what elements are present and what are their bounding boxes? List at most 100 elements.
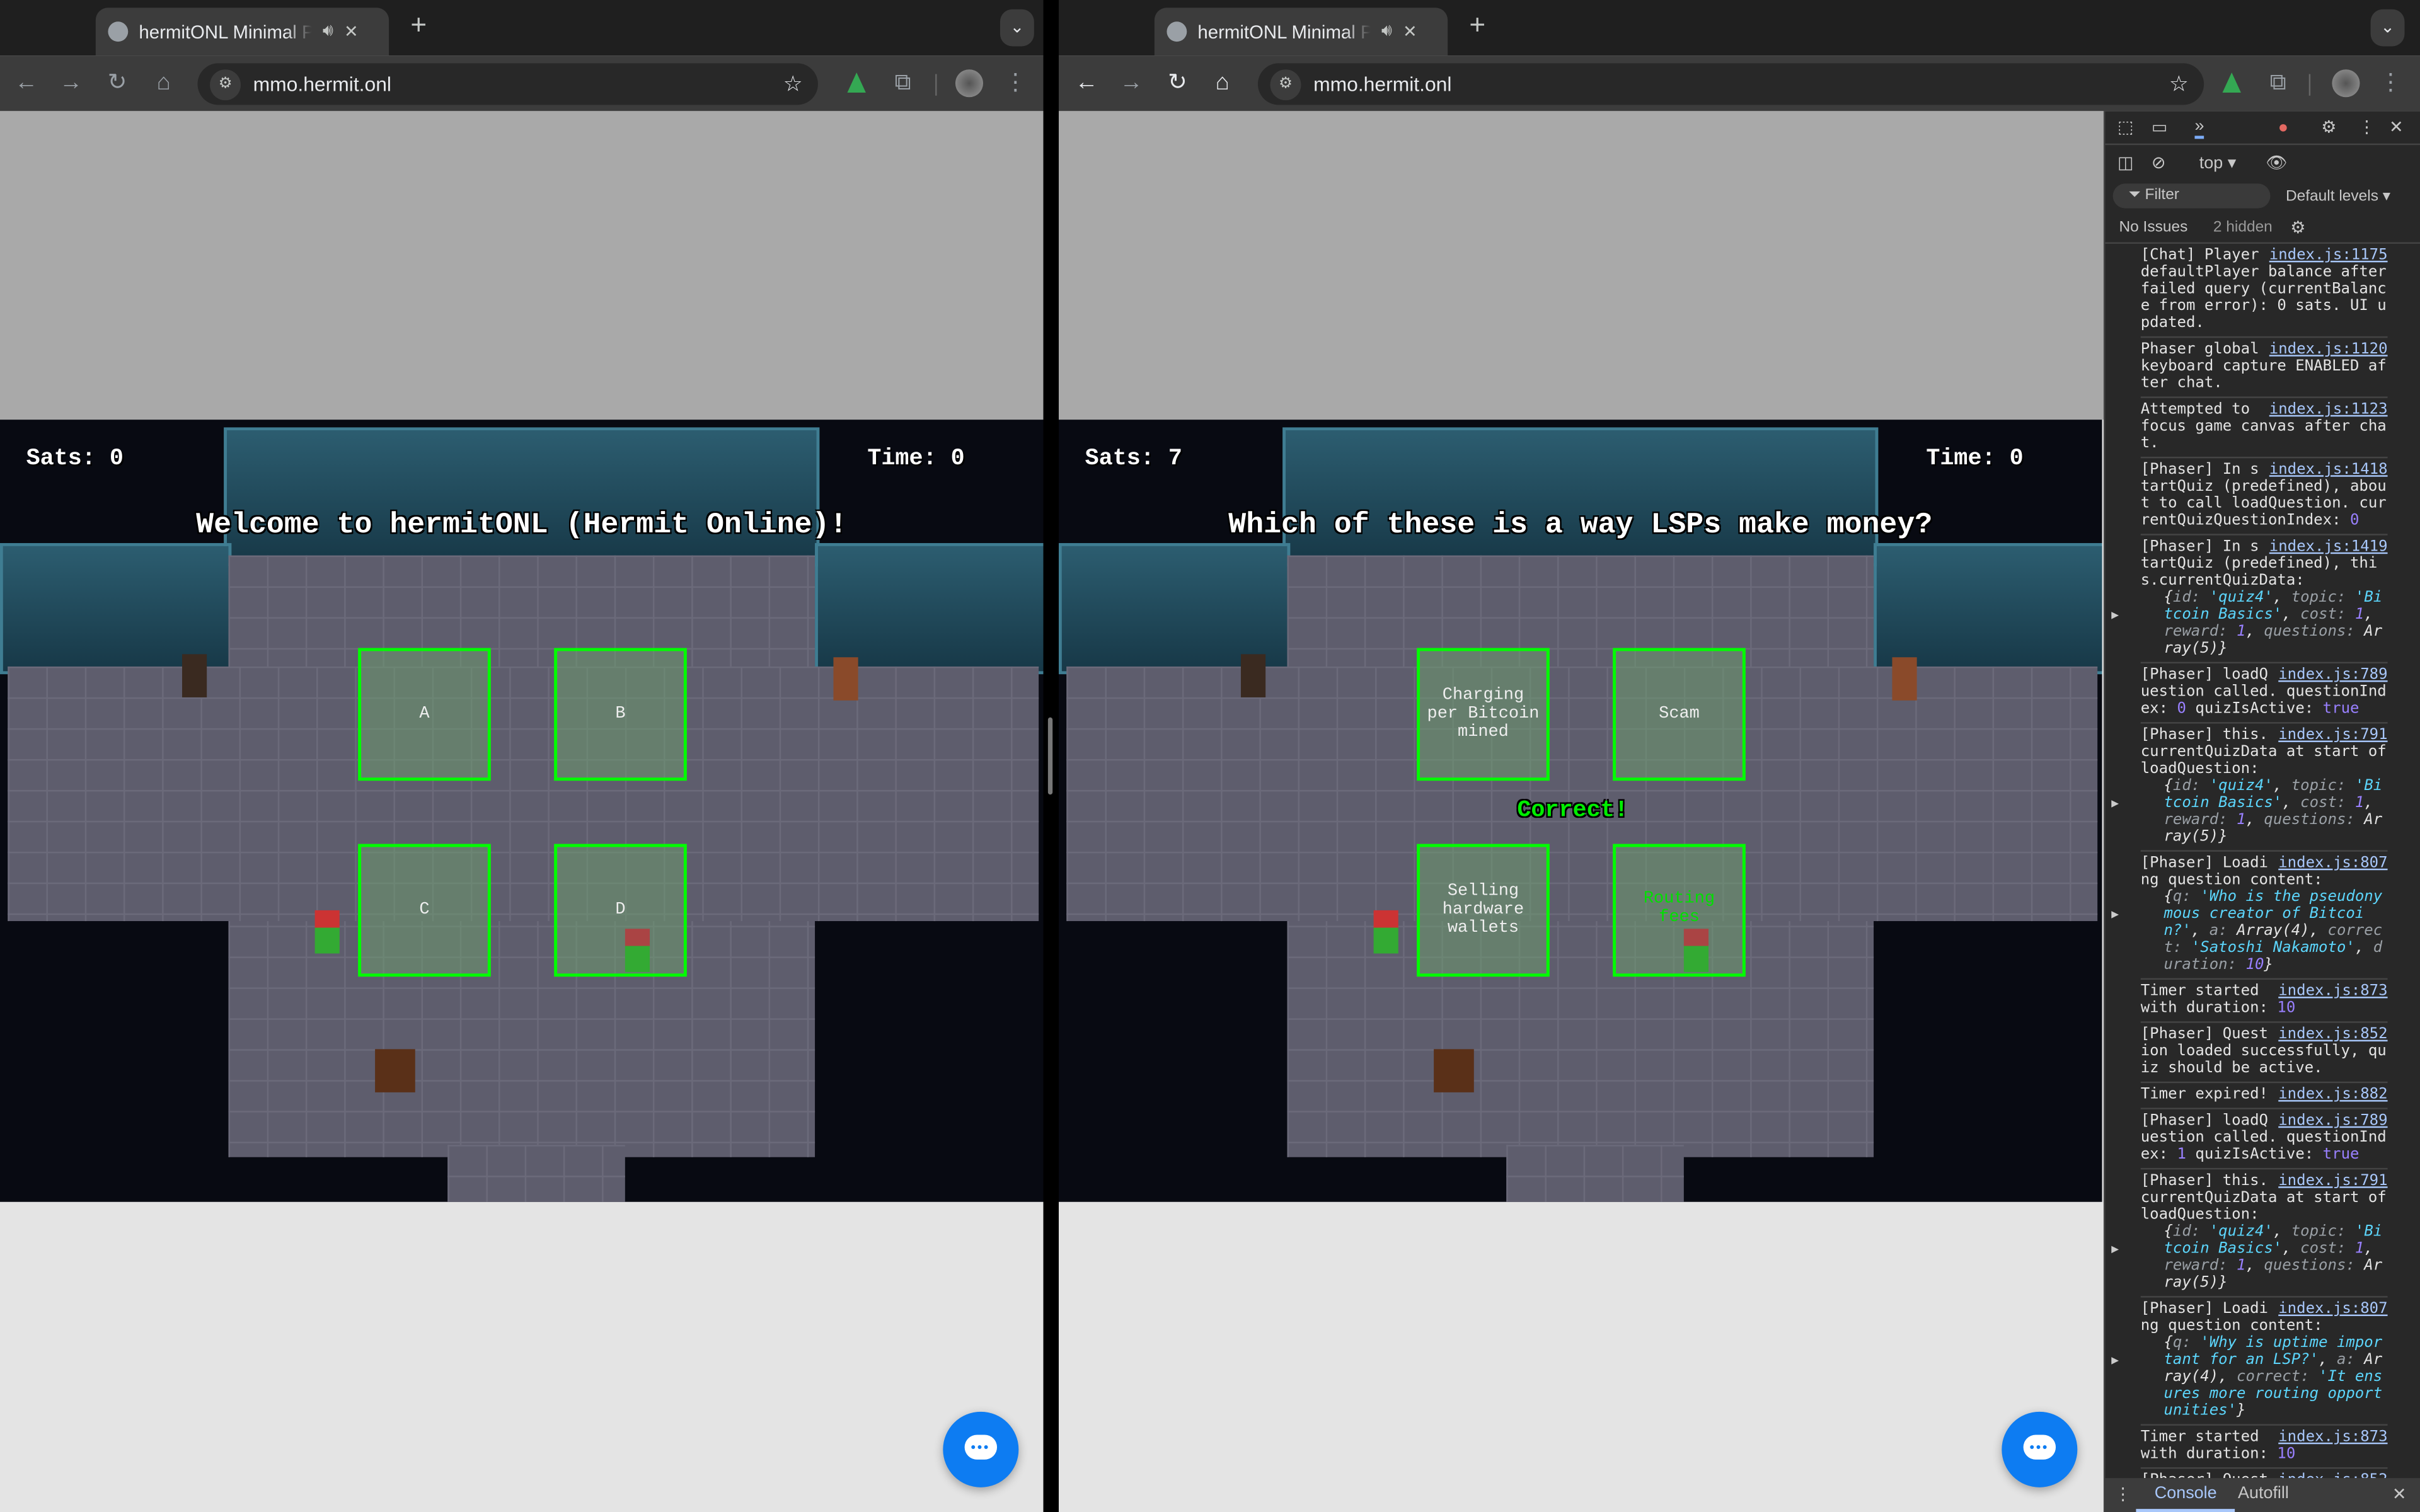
drive-icon[interactable] — [847, 72, 865, 93]
menu-icon[interactable]: ⋮ — [2375, 68, 2406, 99]
object-preview[interactable]: ▶{id: 'quiz4', topic: 'Bitcoin Basics', … — [2141, 777, 2388, 845]
object-token: , — [2273, 777, 2291, 794]
filter-input[interactable]: ⏷ Filter — [2113, 183, 2271, 208]
sidebar-toggle-icon[interactable]: ◫ — [2118, 152, 2133, 172]
reload-icon[interactable]: ↻ — [1162, 68, 1193, 99]
source-link[interactable]: index.js:852 — [2278, 1026, 2387, 1043]
object-preview[interactable]: ▶{q: 'Why is uptime important for an LSP… — [2141, 1334, 2388, 1419]
new-tab-button[interactable]: + — [410, 9, 427, 42]
drive-icon[interactable] — [2223, 72, 2241, 93]
issues-label[interactable]: No Issues — [2119, 219, 2187, 236]
tab-search-button[interactable]: ⌄ — [2371, 9, 2405, 47]
source-link[interactable]: index.js:1175 — [2269, 247, 2388, 264]
source-link[interactable]: index.js:852 — [2278, 1472, 2387, 1478]
home-icon[interactable]: ⌂ — [148, 68, 179, 99]
close-drawer-icon[interactable]: ✕ — [2392, 1484, 2407, 1504]
clear-console-icon[interactable]: ⊘ — [2152, 152, 2166, 172]
levels-label: Default levels — [2286, 188, 2378, 205]
console-log[interactable]: index.js:1175[Chat] Player defaultPlayer… — [2105, 244, 2420, 1478]
expand-triangle-icon[interactable]: ▶ — [2111, 1351, 2119, 1368]
tune-icon[interactable]: ⚙ — [210, 69, 241, 100]
address-bar[interactable]: ⚙ mmo.hermit.onl ☆ — [197, 63, 817, 105]
address-bar[interactable]: ⚙ mmo.hermit.onl ☆ — [1258, 63, 2204, 105]
forward-icon[interactable]: → — [1116, 68, 1147, 99]
source-link[interactable]: index.js:807 — [2278, 855, 2387, 872]
object-preview[interactable]: ▶{id: 'quiz4', topic: 'Bitcoin Basics', … — [2141, 1223, 2388, 1292]
home-icon[interactable]: ⌂ — [1207, 68, 1238, 99]
divider-handle[interactable] — [1048, 718, 1052, 794]
close-tab-icon[interactable]: ✕ — [344, 21, 359, 42]
audio-icon[interactable]: 🔊︎ — [1381, 21, 1392, 42]
source-link[interactable]: index.js:789 — [2278, 1113, 2387, 1130]
close-tab-icon[interactable]: ✕ — [1403, 21, 1417, 42]
star-icon[interactable]: ☆ — [2169, 71, 2189, 98]
chat-button[interactable]: ••• — [2002, 1412, 2077, 1487]
forward-icon[interactable]: → — [55, 68, 86, 99]
tab-search-button[interactable]: ⌄ — [1000, 9, 1034, 47]
expand-triangle-icon[interactable]: ▶ — [2111, 1240, 2119, 1257]
back-icon[interactable]: ← — [11, 68, 42, 99]
drawer-menu-icon[interactable]: ⋮ — [2114, 1484, 2131, 1504]
browser-tab[interactable]: hermitONL Minimal Path to 🔊︎ ✕ — [96, 8, 389, 55]
tab-console[interactable]: Console — [2136, 1478, 2235, 1512]
context-selector[interactable]: top ▾ — [2199, 152, 2236, 172]
answer-box-b[interactable]: B — [554, 648, 687, 781]
back-icon[interactable]: ← — [1071, 68, 1102, 99]
source-link[interactable]: index.js:1419 — [2269, 539, 2388, 556]
reload-icon[interactable]: ↻ — [102, 68, 133, 99]
source-link[interactable]: index.js:882 — [2278, 1086, 2387, 1103]
audio-icon[interactable]: 🔊︎ — [323, 21, 333, 42]
browser-tab[interactable]: hermitONL Minimal Path to 🔊︎ ✕ — [1155, 8, 1448, 55]
source-link[interactable]: index.js:873 — [2278, 1429, 2387, 1446]
answer-box-b[interactable]: Scam — [1613, 648, 1746, 781]
answer-box-c[interactable]: C — [358, 844, 491, 977]
source-link[interactable]: index.js:807 — [2278, 1300, 2387, 1317]
console-message: index.js:852[Phaser] Question loaded suc… — [2141, 1023, 2388, 1084]
expand-triangle-icon[interactable]: ▶ — [2111, 606, 2119, 623]
tab-autofill[interactable]: Autofill — [2238, 1484, 2289, 1503]
object-token: , — [2364, 1240, 2373, 1257]
chat-button[interactable]: ••• — [943, 1412, 1018, 1487]
extensions-icon[interactable]: ⧉ — [2262, 68, 2293, 99]
expand-triangle-icon[interactable]: ▶ — [2111, 906, 2119, 923]
source-link[interactable]: index.js:1123 — [2269, 401, 2388, 418]
menu-icon[interactable]: ⋮ — [1000, 68, 1031, 99]
floor — [1066, 667, 2097, 921]
kebab-menu-icon[interactable]: ⋮ — [2358, 117, 2375, 137]
source-link[interactable]: index.js:1418 — [2269, 461, 2388, 478]
answer-box-c[interactable]: Selling hardware wallets — [1417, 844, 1550, 977]
source-link[interactable]: index.js:873 — [2278, 983, 2387, 1000]
split-divider[interactable] — [1044, 0, 1059, 1512]
game-canvas[interactable]: Sats: 7 Time: 0 Which of these is a way … — [1059, 420, 2102, 1202]
source-link[interactable]: index.js:1120 — [2269, 341, 2388, 358]
object-preview[interactable]: ▶{id: 'quiz4', topic: 'Bitcoin Basics', … — [2141, 590, 2388, 658]
answer-box-d[interactable]: Routing fees — [1613, 844, 1746, 977]
star-icon[interactable]: ☆ — [783, 71, 803, 98]
expand-triangle-icon[interactable]: ▶ — [2111, 794, 2119, 811]
source-link[interactable]: index.js:791 — [2278, 1172, 2387, 1189]
avatar[interactable] — [955, 69, 983, 97]
error-badge-icon[interactable]: ● — [2278, 118, 2288, 136]
inspect-icon[interactable]: ⬚ — [2118, 117, 2133, 137]
game-canvas[interactable]: Sats: 0 Time: 0 Welcome to hermitONL (He… — [0, 420, 1044, 1202]
console-settings-icon[interactable]: ⚙ — [2290, 217, 2305, 238]
settings-icon[interactable]: ⚙ — [2321, 117, 2336, 137]
device-toolbar-icon[interactable]: ▭ — [2152, 117, 2167, 137]
answer-box-a[interactable]: Charging per Bitcoin mined — [1417, 648, 1550, 781]
log-levels-dropdown[interactable]: Default levels ▾ — [2286, 188, 2390, 205]
hidden-count[interactable]: 2 hidden — [2213, 219, 2273, 236]
new-tab-button[interactable]: + — [1469, 9, 1485, 42]
avatar[interactable] — [2332, 69, 2360, 97]
more-tabs-icon[interactable]: » — [2194, 117, 2204, 138]
object-preview[interactable]: ▶{q: 'Who is the pseudonymous creator of… — [2141, 889, 2388, 974]
source-link[interactable]: index.js:789 — [2278, 667, 2387, 684]
object-token: q: — [2173, 889, 2200, 906]
live-expression-icon[interactable]: 👁︎ — [2266, 152, 2287, 172]
close-devtools-icon[interactable]: ✕ — [2389, 117, 2404, 137]
answer-box-d[interactable]: D — [554, 844, 687, 977]
answer-box-a[interactable]: A — [358, 648, 491, 781]
extensions-icon[interactable]: ⧉ — [887, 68, 918, 99]
tune-icon[interactable]: ⚙ — [1270, 69, 1301, 100]
source-link[interactable]: index.js:791 — [2278, 726, 2387, 743]
url-text: mmo.hermit.onl — [1313, 72, 1451, 96]
